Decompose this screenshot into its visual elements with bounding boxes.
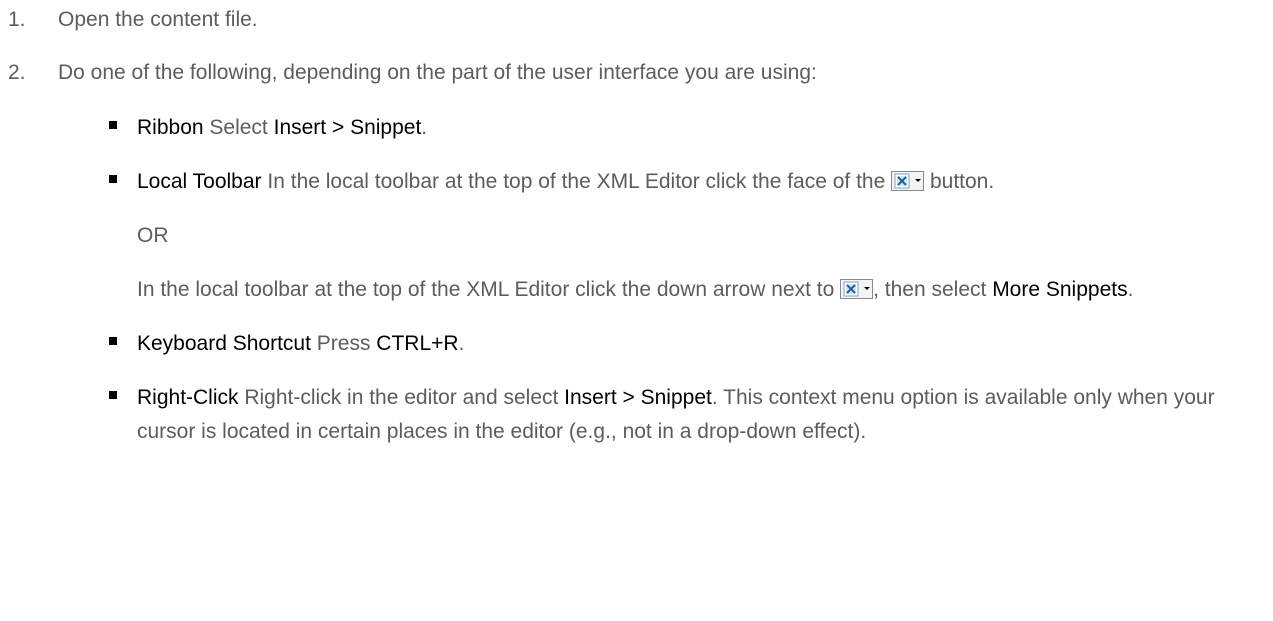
step-number: 1. [8,8,26,31]
option-list: Ribbon Select Insert > Snippet. Local To… [58,111,1273,449]
option-text: Right-click in the editor and select [238,386,565,409]
or-separator: OR [137,224,169,247]
ui-command: More Snippets [992,278,1128,301]
option-ribbon: Ribbon Select Insert > Snippet. [58,111,1273,145]
step-text: Open the content file. [58,8,258,31]
option-text: In the local toolbar at the top of the X… [137,278,841,301]
step-2: 2. Do one of the following, depending on… [0,56,1273,449]
option-term: Local Toolbar [137,170,262,193]
option-term: Ribbon [137,116,204,139]
square-bullet-icon [109,175,117,183]
square-bullet-icon [109,391,117,399]
option-text: , then select [873,278,993,301]
option-text: . [1127,278,1134,301]
local-toolbar-paragraph-1: Local Toolbar In the local toolbar at th… [137,165,1243,199]
ui-command: CTRL+R [376,332,459,355]
option-term: Right-Click [137,386,239,409]
option-text: . [458,332,465,355]
option-keyboard-shortcut: Keyboard Shortcut Press CTRL+R. [58,327,1273,361]
insert-snippet-icon [840,279,874,299]
option-right-click: Right-Click Right-click in the editor an… [58,381,1273,449]
square-bullet-icon [109,121,117,129]
step-text: Do one of the following, depending on th… [58,61,817,84]
option-term: Keyboard Shortcut [137,332,311,355]
ui-command: Insert > Snippet [273,116,422,139]
square-bullet-icon [109,337,117,345]
option-text: Press [310,332,377,355]
option-local-toolbar: Local Toolbar In the local toolbar at th… [58,165,1273,307]
procedure: 1. Open the content file. 2. Do one of t… [0,3,1273,449]
local-toolbar-paragraph-2: In the local toolbar at the top of the X… [137,273,1243,307]
option-text: Select [203,116,274,139]
ui-command: Insert > Snippet [564,386,712,409]
step-number: 2. [8,61,26,84]
option-text: . [421,116,428,139]
option-text: In the local toolbar at the top of the X… [261,170,892,193]
step-1: 1. Open the content file. [0,3,1273,37]
option-text: button. [924,170,995,193]
insert-snippet-icon [891,171,925,191]
